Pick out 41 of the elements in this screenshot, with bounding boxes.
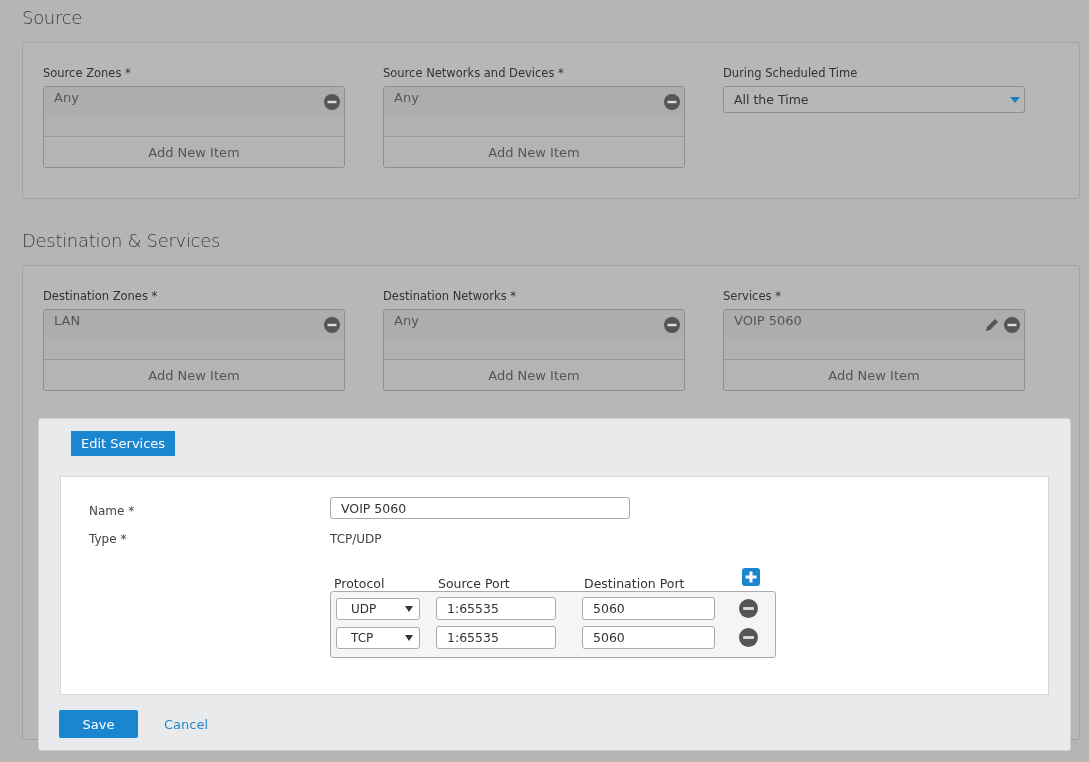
field-label: Services * [723, 289, 782, 305]
field-label: Source Zones * [43, 66, 132, 82]
form-label: Type * [89, 532, 128, 546]
source-port-input[interactable]: 1:65535 [436, 626, 556, 649]
dropdown-caret-icon[interactable] [405, 605, 413, 612]
cancel-link[interactable]: Cancel [164, 716, 209, 732]
remove-icon[interactable] [664, 317, 680, 333]
protocol-dropdown[interactable]: UDP [336, 597, 420, 620]
field-label: Destination Zones * [43, 289, 159, 305]
list-item[interactable]: VOIP 5060 [734, 312, 802, 328]
remove-icon[interactable] [324, 94, 340, 110]
add-icon[interactable] [742, 568, 760, 586]
source-port-input[interactable]: 1:65535 [436, 597, 556, 620]
list-item[interactable]: Any [394, 312, 419, 328]
remove-icon[interactable] [739, 628, 758, 647]
protocol-dropdown[interactable]: TCP [336, 626, 420, 649]
remove-icon[interactable] [1004, 317, 1020, 333]
pencil-icon[interactable] [984, 317, 1000, 333]
column-header: Destination Port [584, 576, 686, 591]
remove-icon[interactable] [664, 94, 680, 110]
list-item[interactable]: Any [394, 89, 419, 105]
field-label: Destination Networks * [383, 289, 518, 305]
field-label: Source Networks and Devices * [383, 66, 565, 82]
dropdown-caret-icon[interactable] [405, 634, 413, 641]
form-label: Name * [89, 504, 136, 519]
column-header: Source Port [438, 576, 511, 591]
remove-icon[interactable] [739, 599, 758, 618]
destination-port-input[interactable]: 5060 [582, 597, 715, 620]
list-item[interactable]: LAN [54, 312, 81, 328]
type-value: TCP/UDP [330, 532, 383, 546]
save-button[interactable]: Save [59, 710, 138, 738]
destination-port-input[interactable]: 5060 [582, 626, 715, 649]
dialog-tab[interactable]: Edit Services [71, 431, 176, 456]
section-title: Destination & Services [22, 229, 222, 253]
list-item[interactable]: Any [54, 89, 79, 105]
column-header: Protocol [334, 576, 386, 591]
name-input[interactable]: VOIP 5060 [330, 497, 630, 519]
field-label: During Scheduled Time [723, 66, 859, 82]
section-title: Source [22, 6, 84, 30]
schedule-dropdown[interactable]: All the Time [723, 86, 1025, 113]
remove-icon[interactable] [324, 317, 340, 333]
